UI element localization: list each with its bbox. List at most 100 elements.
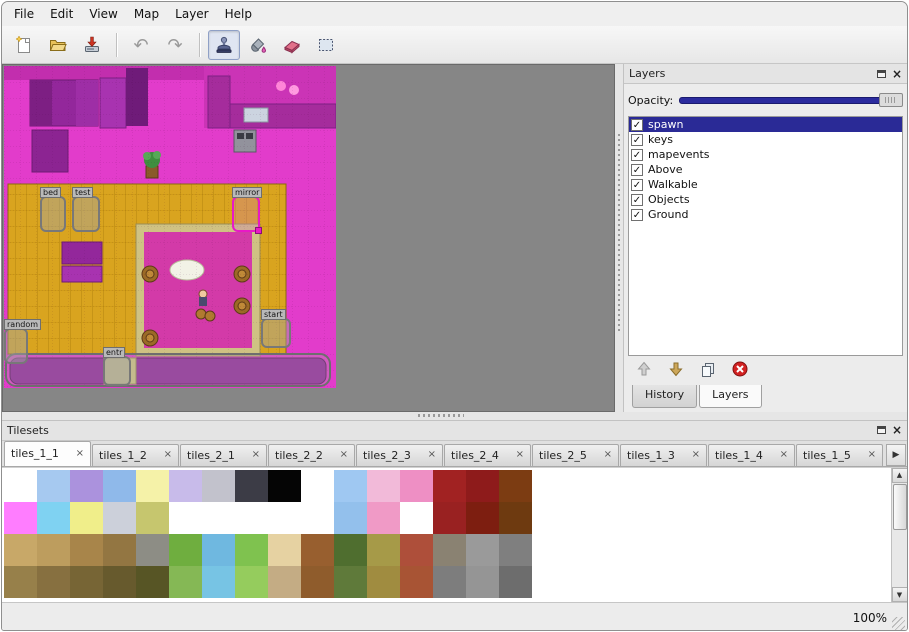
tile-0-0[interactable] bbox=[4, 470, 37, 502]
tile-1-15[interactable] bbox=[499, 502, 532, 534]
tile-1-4[interactable] bbox=[136, 502, 169, 534]
tile-0-6[interactable] bbox=[202, 470, 235, 502]
tab-close-icon[interactable]: × bbox=[76, 449, 84, 459]
map-view[interactable]: bedtest mirror start random entr bbox=[2, 64, 615, 412]
tile-0-7[interactable] bbox=[235, 470, 268, 502]
map-object-random[interactable]: random bbox=[4, 328, 28, 364]
opacity-slider-track[interactable] bbox=[679, 97, 903, 104]
tile-2-9[interactable] bbox=[301, 534, 334, 566]
tile-3-5[interactable] bbox=[169, 566, 202, 598]
tileset-scrollbar[interactable]: ▲ ▼ bbox=[891, 468, 907, 602]
tile-2-8[interactable] bbox=[268, 534, 301, 566]
tileset-tab-tiles_2_4[interactable]: tiles_2_4× bbox=[444, 444, 531, 466]
close-icon[interactable]: × bbox=[892, 69, 902, 79]
tileset-tab-tiles_2_2[interactable]: tiles_2_2× bbox=[268, 444, 355, 466]
layer-row-Above[interactable]: ✓Above bbox=[629, 162, 902, 177]
tile-2-3[interactable] bbox=[103, 534, 136, 566]
tileset-tab-tiles_1_3[interactable]: tiles_1_3× bbox=[620, 444, 707, 466]
tile-0-11[interactable] bbox=[367, 470, 400, 502]
tile-0-10[interactable] bbox=[334, 470, 367, 502]
menu-file[interactable]: File bbox=[6, 4, 42, 24]
tile-2-13[interactable] bbox=[433, 534, 466, 566]
scroll-down-icon[interactable]: ▼ bbox=[892, 587, 908, 602]
tile-3-15[interactable] bbox=[499, 566, 532, 598]
vertical-splitter[interactable] bbox=[615, 64, 623, 412]
tile-3-13[interactable] bbox=[433, 566, 466, 598]
tab-close-icon[interactable]: × bbox=[780, 450, 788, 460]
duplicate-layer-button[interactable] bbox=[696, 358, 720, 382]
tile-0-12[interactable] bbox=[400, 470, 433, 502]
menu-edit[interactable]: Edit bbox=[42, 4, 81, 24]
layer-visibility-checkbox[interactable]: ✓ bbox=[631, 149, 643, 161]
close-icon[interactable]: × bbox=[892, 425, 902, 435]
object-resize-handle[interactable] bbox=[255, 227, 262, 234]
tile-1-1[interactable] bbox=[37, 502, 70, 534]
tile-0-1[interactable] bbox=[37, 470, 70, 502]
opacity-slider-handle[interactable] bbox=[879, 93, 903, 107]
tile-0-3[interactable] bbox=[103, 470, 136, 502]
tile-2-11[interactable] bbox=[367, 534, 400, 566]
tile-3-8[interactable] bbox=[268, 566, 301, 598]
tile-0-13[interactable] bbox=[433, 470, 466, 502]
tile-3-11[interactable] bbox=[367, 566, 400, 598]
tile-1-5[interactable] bbox=[169, 502, 202, 534]
redo-button[interactable]: ↷ bbox=[159, 30, 191, 60]
tile-3-1[interactable] bbox=[37, 566, 70, 598]
tile-1-2[interactable] bbox=[70, 502, 103, 534]
tile-3-3[interactable] bbox=[103, 566, 136, 598]
save-file-button[interactable] bbox=[76, 30, 108, 60]
tile-1-6[interactable] bbox=[202, 502, 235, 534]
tile-2-4[interactable] bbox=[136, 534, 169, 566]
layer-row-Walkable[interactable]: ✓Walkable bbox=[629, 177, 902, 192]
tile-0-9[interactable] bbox=[301, 470, 334, 502]
tab-close-icon[interactable]: × bbox=[604, 450, 612, 460]
map-object-entr[interactable]: entr bbox=[103, 356, 131, 386]
map-object-start[interactable]: start bbox=[261, 318, 291, 348]
tileset-view[interactable]: ▲ ▼ bbox=[2, 467, 907, 602]
tab-close-icon[interactable]: × bbox=[868, 450, 876, 460]
tab-close-icon[interactable]: × bbox=[692, 450, 700, 460]
tile-2-7[interactable] bbox=[235, 534, 268, 566]
tab-scroll-right-button[interactable]: ▶ bbox=[886, 444, 906, 466]
tile-3-7[interactable] bbox=[235, 566, 268, 598]
tile-2-6[interactable] bbox=[202, 534, 235, 566]
tile-1-11[interactable] bbox=[367, 502, 400, 534]
tile-1-8[interactable] bbox=[268, 502, 301, 534]
menu-help[interactable]: Help bbox=[217, 4, 260, 24]
new-file-button[interactable] bbox=[8, 30, 40, 60]
tile-1-0[interactable] bbox=[4, 502, 37, 534]
menu-view[interactable]: View bbox=[81, 4, 125, 24]
tab-close-icon[interactable]: × bbox=[164, 450, 172, 460]
tile-1-7[interactable] bbox=[235, 502, 268, 534]
map-object-mirror[interactable]: mirror bbox=[232, 196, 260, 232]
tile-0-8[interactable] bbox=[268, 470, 301, 502]
layer-visibility-checkbox[interactable]: ✓ bbox=[631, 164, 643, 176]
tile-2-5[interactable] bbox=[169, 534, 202, 566]
layer-row-mapevents[interactable]: ✓mapevents bbox=[629, 147, 902, 162]
tile-1-10[interactable] bbox=[334, 502, 367, 534]
float-icon[interactable] bbox=[877, 70, 886, 78]
tab-close-icon[interactable]: × bbox=[252, 450, 260, 460]
tile-3-2[interactable] bbox=[70, 566, 103, 598]
map-canvas[interactable]: bedtest mirror start random entr bbox=[4, 66, 336, 390]
layer-visibility-checkbox[interactable]: ✓ bbox=[631, 134, 643, 146]
layer-row-Ground[interactable]: ✓Ground bbox=[629, 207, 902, 222]
menu-layer[interactable]: Layer bbox=[167, 4, 216, 24]
tile-3-14[interactable] bbox=[466, 566, 499, 598]
tab-close-icon[interactable]: × bbox=[340, 450, 348, 460]
tile-2-14[interactable] bbox=[466, 534, 499, 566]
tileset-tab-tiles_1_2[interactable]: tiles_1_2× bbox=[92, 444, 179, 466]
map-object-test[interactable]: test bbox=[72, 196, 100, 232]
layer-row-Objects[interactable]: ✓Objects bbox=[629, 192, 902, 207]
tile-2-12[interactable] bbox=[400, 534, 433, 566]
lower-layer-button[interactable] bbox=[664, 358, 688, 382]
tile-3-0[interactable] bbox=[4, 566, 37, 598]
dock-tab-layers[interactable]: Layers bbox=[699, 385, 761, 408]
delete-layer-button[interactable] bbox=[728, 358, 752, 382]
eraser-button[interactable] bbox=[276, 30, 308, 60]
map-object-bed[interactable]: bed bbox=[40, 196, 66, 232]
tile-3-4[interactable] bbox=[136, 566, 169, 598]
menu-map[interactable]: Map bbox=[126, 4, 167, 24]
tab-close-icon[interactable]: × bbox=[516, 450, 524, 460]
tile-0-4[interactable] bbox=[136, 470, 169, 502]
